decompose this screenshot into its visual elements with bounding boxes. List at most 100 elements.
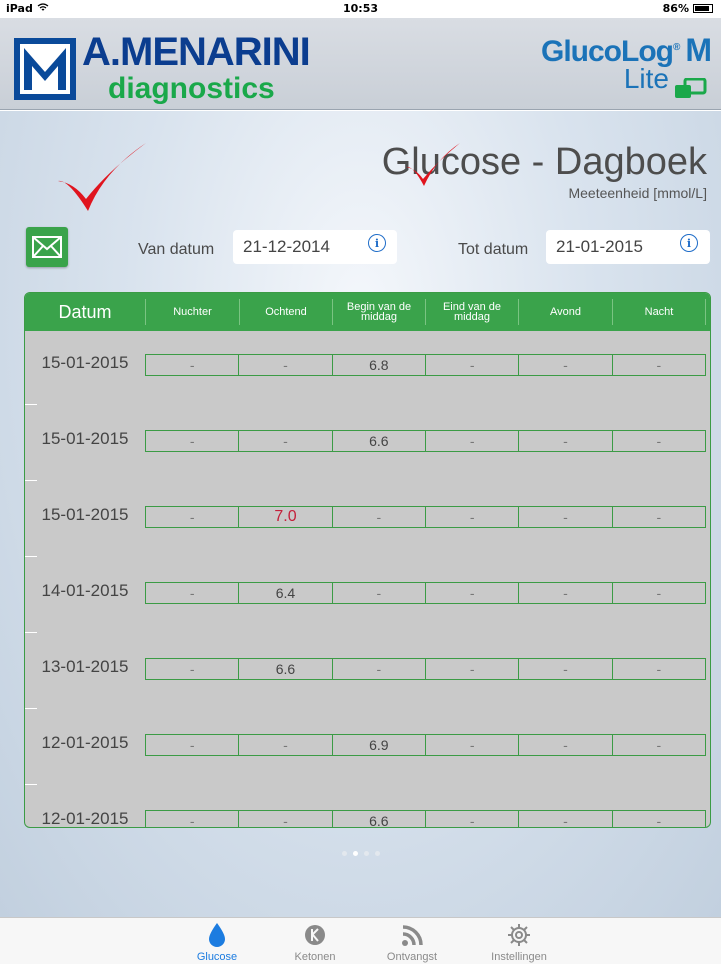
mail-icon [32, 236, 62, 258]
table-cell: - [518, 811, 611, 827]
battery-percent: 86% [662, 2, 689, 15]
table-cell: - [424, 811, 518, 827]
to-date-label: Tot datum [458, 241, 529, 258]
app-header: A.MENARINI diagnostics GlucoLog® M Lite [0, 18, 721, 110]
column-header: Begin van de middag [332, 299, 425, 325]
table-cell: 6.8 [331, 355, 425, 375]
from-date-label: Van datum [138, 241, 215, 258]
table-cell: - [611, 583, 705, 603]
table-cell: 6.6 [238, 659, 331, 679]
row-separator [25, 632, 37, 633]
menarini-logo [14, 38, 76, 100]
table-row[interactable]: -6.6- - - - [145, 658, 706, 680]
table-cell: - [611, 507, 705, 527]
table-cell: - [518, 659, 611, 679]
table-cell: - [611, 735, 705, 755]
table-cell: 6.4 [238, 583, 331, 603]
table-row[interactable]: - -6.9- - - [145, 734, 706, 756]
column-header: Nacht [612, 299, 706, 325]
tab-ketonen[interactable]: Ketonen [270, 918, 360, 964]
glucose-table[interactable]: Datum Nuchter Ochtend Begin van de midda… [24, 292, 711, 828]
row-date: 12-01-2015 [41, 809, 129, 828]
main-content: Glucose - Dagboek Meeteenheid [mmol/L] V… [0, 111, 721, 917]
table-cell: - [518, 507, 611, 527]
row-date: 15-01-2015 [41, 505, 129, 524]
table-header: Datum Nuchter Ochtend Begin van de midda… [25, 293, 710, 331]
clock: 10:53 [342, 2, 378, 15]
table-cell: - [518, 431, 611, 451]
table-cell: - [331, 507, 425, 527]
table-row[interactable]: - -6.6- - - [145, 430, 706, 452]
tab-label: Ontvangst [386, 951, 438, 963]
table-cell: - [611, 659, 705, 679]
table-cell: 6.6 [331, 431, 425, 451]
row-separator [25, 708, 37, 709]
info-icon[interactable]: i [680, 234, 698, 252]
table-cell: - [189, 357, 195, 373]
row-date: 14-01-2015 [41, 581, 129, 600]
table-cell: - [424, 659, 518, 679]
table-cell: 7.0 [238, 507, 331, 527]
table-cell: - [189, 509, 195, 525]
unit-label: Meeteenheid [mmol/L] [568, 185, 707, 201]
glucolog-logo: GlucoLog® M Lite [541, 32, 712, 98]
email-button[interactable] [26, 227, 68, 267]
page-dot[interactable] [352, 851, 358, 856]
row-separator [25, 784, 37, 785]
row-date: 13-01-2015 [41, 657, 129, 676]
table-cell: - [331, 659, 425, 679]
battery-icon [693, 4, 713, 13]
table-cell: - [424, 431, 518, 451]
row-date: 15-01-2015 [41, 429, 129, 448]
table-cell: - [189, 433, 195, 449]
device-icon [675, 78, 707, 98]
table-cell: - [238, 811, 331, 827]
brand-sub: diagnostics [108, 72, 275, 105]
row-separator [25, 404, 37, 405]
page-dot[interactable] [363, 851, 369, 856]
table-cell: - [424, 507, 518, 527]
column-header: Eind van de middag [425, 299, 518, 325]
info-icon[interactable]: i [368, 234, 386, 252]
table-cell: - [189, 813, 195, 828]
table-cell: - [611, 431, 705, 451]
table-cell: 6.6 [331, 811, 425, 827]
checkmark-icon [58, 143, 146, 211]
row-date: 15-01-2015 [41, 353, 129, 372]
table-cell: - [611, 811, 705, 827]
row-separator [25, 480, 37, 481]
tab-label: Glucose [196, 951, 238, 963]
table-cell: - [518, 355, 611, 375]
table-row[interactable]: -6.4- - - - [145, 582, 706, 604]
table-cell: - [424, 735, 518, 755]
column-header-datum: Datum [58, 301, 112, 322]
tab-label: Instellingen [491, 951, 547, 963]
page-indicator[interactable] [0, 851, 721, 856]
row-separator [25, 556, 37, 557]
column-header: Avond [518, 299, 612, 325]
page-dot[interactable] [374, 851, 380, 856]
table-cell: - [238, 735, 331, 755]
drop-icon [209, 923, 225, 947]
table-cell: - [189, 585, 195, 601]
table-cell: - [331, 583, 425, 603]
brand-name: A.MENARINI [82, 30, 311, 74]
app-badge: M [685, 32, 712, 68]
table-row[interactable]: - -6.8- - - [145, 354, 706, 376]
table-cell: - [189, 737, 195, 753]
table-cell: - [189, 661, 195, 677]
table-cell: - [238, 355, 331, 375]
page-dot[interactable] [341, 851, 347, 856]
table-cell: - [424, 355, 518, 375]
tab-ontvangst[interactable]: Ontvangst [367, 918, 457, 964]
row-date: 12-01-2015 [41, 733, 129, 752]
tab-instellingen[interactable]: Instellingen [474, 918, 564, 964]
tab-bar: Glucose Ketonen Ontvangst Instellingen [0, 917, 721, 964]
table-cell: - [424, 583, 518, 603]
tab-label: Ketonen [294, 951, 336, 963]
table-row[interactable]: -7.0- - - - [145, 506, 706, 528]
column-header: Nuchter [145, 299, 239, 325]
gear-icon [508, 924, 530, 946]
table-row[interactable]: - -6.6- - - [145, 810, 706, 828]
tab-glucose[interactable]: Glucose [172, 918, 262, 964]
